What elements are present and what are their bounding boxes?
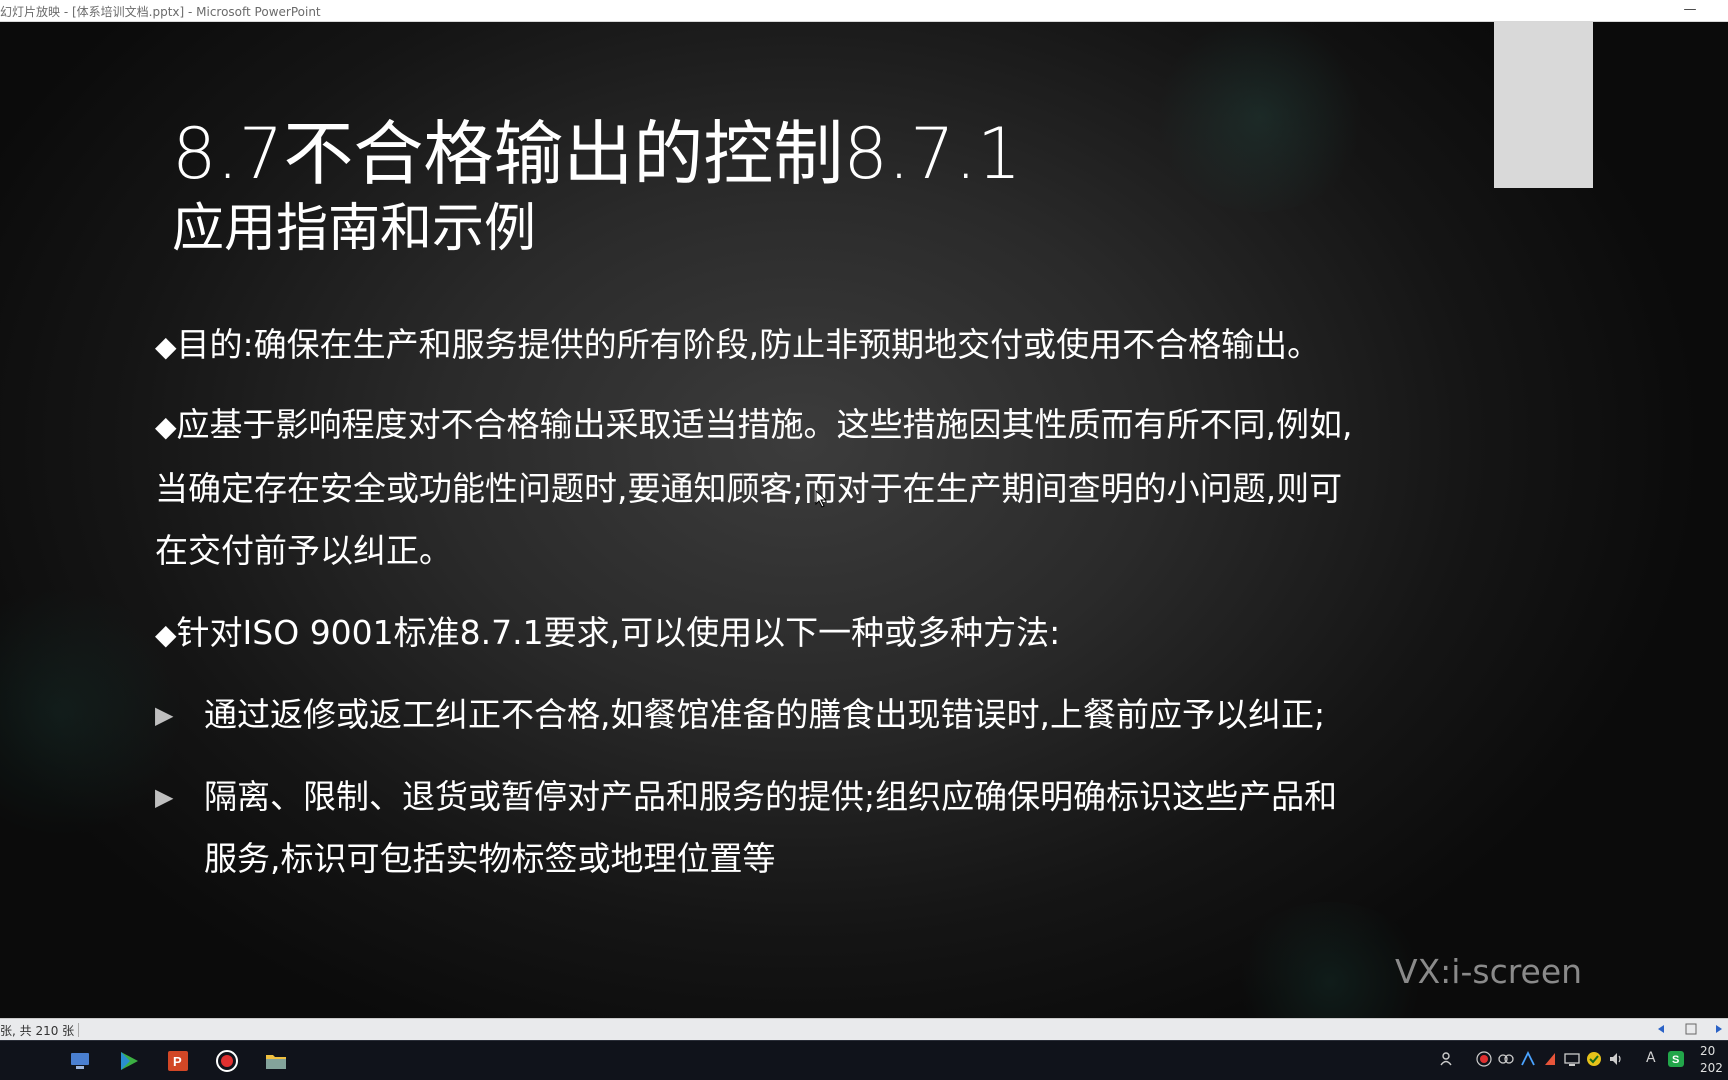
network-share-icon[interactable] — [1498, 1051, 1514, 1067]
sub-bullet-text: 通过返修或返工纠正不合格,如餐馆准备的膳食出现错误时,上餐前应予以纠正; — [204, 695, 1326, 734]
previous-slide-icon[interactable] — [1654, 1022, 1668, 1036]
clock-time: 20 — [1700, 1044, 1716, 1058]
folder-icon — [266, 1055, 286, 1069]
slide-view-icon[interactable] — [1684, 1022, 1698, 1036]
sogou-input-icon[interactable]: S — [1668, 1051, 1684, 1067]
display-icon[interactable] — [1564, 1051, 1580, 1067]
bullet-text: 针对ISO 9001标准8.7.1要求,可以使用以下一种或多种方法: — [176, 613, 1061, 652]
slide-title-main: 8.7不合格输出的控制8.7.1 — [172, 113, 1022, 195]
watermark: VX:i-screen — [1395, 952, 1583, 991]
background-glow — [0, 582, 180, 842]
arrow-bullet-icon: ▶ — [155, 783, 174, 811]
app-a-icon[interactable] — [1520, 1051, 1536, 1067]
ime-indicator[interactable]: A — [1646, 1050, 1656, 1066]
taskbar-clock[interactable]: 20 202 — [1700, 1043, 1723, 1077]
bullet-methods: ◆针对ISO 9001标准8.7.1要求,可以使用以下一种或多种方法: — [155, 602, 1060, 666]
mouse-cursor-icon — [815, 490, 828, 508]
status-bar: 张, 共 210 张 — [0, 1018, 1728, 1040]
svg-text:S: S — [1672, 1054, 1679, 1066]
sub-bullet-text: 服务,标识可包括实物标签或地理位置等 — [204, 839, 776, 878]
bullet-text: 在交付前予以纠正。 — [155, 531, 452, 570]
flag-icon[interactable] — [1542, 1051, 1558, 1067]
window-title: 幻灯片放映 - [体系培训文档.pptx] - Microsoft PowerP… — [0, 5, 321, 19]
arrow-bullet-icon: ▶ — [155, 701, 174, 729]
sub-bullet-rework: ▶ 通过返修或返工纠正不合格,如餐馆准备的膳食出现错误时,上餐前应予以纠正; — [155, 684, 1325, 746]
taskbar: P A S 20 202 — [0, 1040, 1728, 1080]
diamond-bullet-icon: ◆ — [155, 410, 177, 443]
powerpoint-icon: P — [168, 1051, 188, 1071]
bullet-text: 当确定存在安全或功能性问题时,要通知顾客;而对于在生产期间查明的小问题,则可 — [155, 469, 1343, 508]
computer-icon — [71, 1053, 89, 1069]
record-tray-icon[interactable] — [1476, 1051, 1492, 1067]
taskbar-app-computer[interactable] — [62, 1045, 98, 1077]
next-slide-icon[interactable] — [1712, 1022, 1726, 1036]
sub-bullet-isolate: ▶ 隔离、限制、退货或暂停对产品和服务的提供;组织应确保明确标识这些产品和 服务… — [155, 766, 1337, 890]
taskbar-app-media[interactable] — [111, 1045, 147, 1077]
slide-counter: 张, 共 210 张 — [0, 1024, 75, 1038]
taskbar-app-explorer[interactable] — [258, 1045, 294, 1077]
record-icon — [216, 1050, 238, 1072]
slide-title-sub: 应用指南和示例 — [172, 199, 537, 259]
taskbar-app-recorder[interactable] — [209, 1045, 245, 1077]
window-titlebar: 幻灯片放映 - [体系培训文档.pptx] - Microsoft PowerP… — [0, 0, 1728, 22]
security-icon[interactable] — [1586, 1051, 1602, 1067]
status-divider — [78, 1023, 79, 1037]
sub-bullet-text: 隔离、限制、退货或暂停对产品和服务的提供;组织应确保明确标识这些产品和 — [204, 777, 1338, 816]
bullet-measures: ◆应基于影响程度对不合格输出采取适当措施。这些措施因其性质而有所不同,例如, 当… — [155, 394, 1353, 582]
bullet-text: 应基于影响程度对不合格输出采取适当措施。这些措施因其性质而有所不同,例如, — [176, 405, 1353, 444]
accent-block — [1494, 22, 1593, 188]
bullet-purpose: ◆目的:确保在生产和服务提供的所有阶段,防止非预期地交付或使用不合格输出。 — [155, 314, 1320, 378]
slide-canvas[interactable]: 8.7不合格输出的控制8.7.1 应用指南和示例 ◆目的:确保在生产和服务提供的… — [0, 22, 1728, 1018]
taskbar-app-powerpoint[interactable]: P — [160, 1045, 196, 1077]
clock-date: 202 — [1700, 1061, 1723, 1075]
bullet-text: 目的:确保在生产和服务提供的所有阶段,防止非预期地交付或使用不合格输出。 — [176, 325, 1321, 364]
diamond-bullet-icon: ◆ — [155, 618, 177, 651]
svg-text:P: P — [173, 1054, 182, 1069]
media-player-icon — [121, 1052, 138, 1070]
diamond-bullet-icon: ◆ — [155, 330, 177, 363]
people-icon[interactable] — [1440, 1051, 1456, 1067]
minimize-button[interactable]: — — [1676, 0, 1704, 22]
slide-title: 8.7不合格输出的控制8.7.1 应用指南和示例 — [172, 112, 1422, 262]
volume-icon[interactable] — [1608, 1051, 1624, 1067]
